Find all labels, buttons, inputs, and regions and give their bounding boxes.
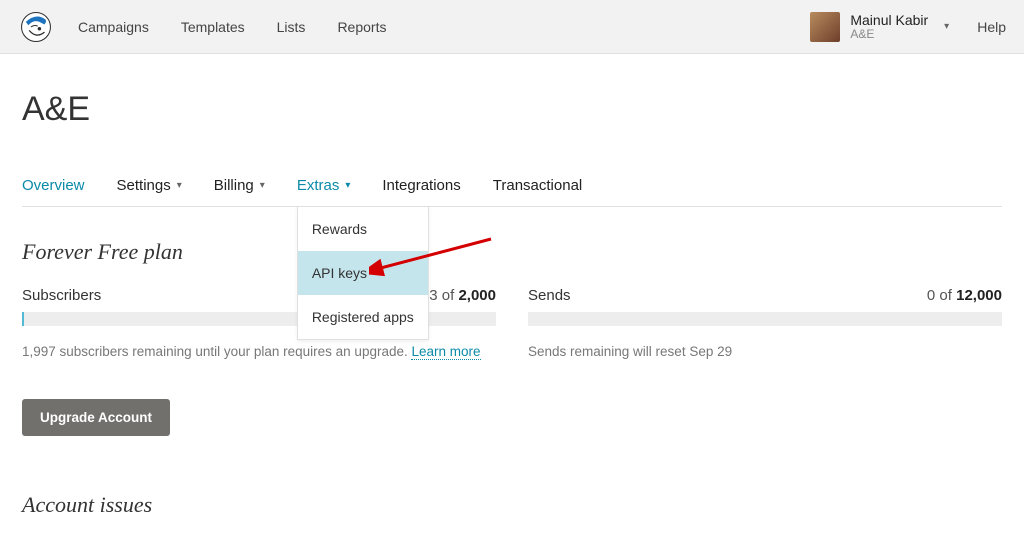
tab-integrations-label: Integrations bbox=[382, 177, 460, 194]
subscribers-caption: 1,997 subscribers remaining until your p… bbox=[22, 344, 496, 359]
mailchimp-icon bbox=[19, 10, 53, 44]
sends-progress bbox=[528, 312, 1002, 326]
extras-dropdown: Rewards API keys Registered apps bbox=[297, 206, 429, 340]
subscribers-progress-fill bbox=[22, 312, 24, 326]
plan-heading: Forever Free plan bbox=[22, 239, 1002, 265]
user-org: A&E bbox=[850, 28, 928, 42]
extras-registered-apps[interactable]: Registered apps bbox=[298, 295, 428, 339]
tab-integrations[interactable]: Integrations bbox=[382, 177, 460, 206]
account-tabs: Overview Settings ▾ Billing ▾ Extras ▾ R… bbox=[22, 177, 1002, 207]
nav-campaigns[interactable]: Campaigns bbox=[78, 19, 149, 35]
tab-billing[interactable]: Billing ▾ bbox=[214, 177, 265, 206]
subscribers-count: 3 of 2,000 bbox=[429, 287, 496, 304]
tab-transactional-label: Transactional bbox=[493, 177, 583, 194]
page-body: A&E Overview Settings ▾ Billing ▾ Extras… bbox=[0, 54, 1024, 558]
chevron-down-icon: ▾ bbox=[260, 180, 265, 191]
extras-api-keys[interactable]: API keys bbox=[298, 251, 428, 295]
tab-settings-label: Settings bbox=[117, 177, 171, 194]
chevron-down-icon: ▾ bbox=[944, 21, 949, 32]
user-menu[interactable]: Mainul Kabir A&E ▾ bbox=[810, 12, 949, 42]
tab-overview[interactable]: Overview bbox=[22, 177, 85, 206]
user-text: Mainul Kabir A&E bbox=[850, 12, 928, 42]
tab-overview-label: Overview bbox=[22, 177, 85, 194]
top-nav: Campaigns Templates Lists Reports bbox=[78, 19, 386, 35]
tab-extras-label: Extras bbox=[297, 177, 340, 194]
nav-lists[interactable]: Lists bbox=[277, 19, 306, 35]
chevron-down-icon: ▾ bbox=[345, 180, 350, 191]
nav-reports[interactable]: Reports bbox=[337, 19, 386, 35]
sends-caption: Sends remaining will reset Sep 29 bbox=[528, 344, 1002, 359]
learn-more-link[interactable]: Learn more bbox=[411, 344, 480, 360]
page-title: A&E bbox=[22, 90, 1002, 129]
chevron-down-icon: ▾ bbox=[177, 180, 182, 191]
tab-transactional[interactable]: Transactional bbox=[493, 177, 583, 206]
nav-templates[interactable]: Templates bbox=[181, 19, 245, 35]
tab-extras[interactable]: Extras ▾ Rewards API keys Registered app… bbox=[297, 177, 351, 206]
avatar bbox=[810, 12, 840, 42]
account-issues-heading: Account issues bbox=[22, 492, 1002, 518]
help-link[interactable]: Help bbox=[977, 19, 1006, 35]
sends-block: Sends 0 of 12,000 Sends remaining will r… bbox=[528, 287, 1002, 359]
user-name: Mainul Kabir bbox=[850, 12, 928, 28]
sends-label: Sends bbox=[528, 287, 571, 304]
logo[interactable] bbox=[18, 9, 54, 45]
tab-billing-label: Billing bbox=[214, 177, 254, 194]
topbar: Campaigns Templates Lists Reports Mainul… bbox=[0, 0, 1024, 54]
subscribers-label: Subscribers bbox=[22, 287, 101, 304]
sends-count: 0 of 12,000 bbox=[927, 287, 1002, 304]
tab-settings[interactable]: Settings ▾ bbox=[117, 177, 182, 206]
extras-rewards[interactable]: Rewards bbox=[298, 207, 428, 251]
upgrade-account-button[interactable]: Upgrade Account bbox=[22, 399, 170, 436]
